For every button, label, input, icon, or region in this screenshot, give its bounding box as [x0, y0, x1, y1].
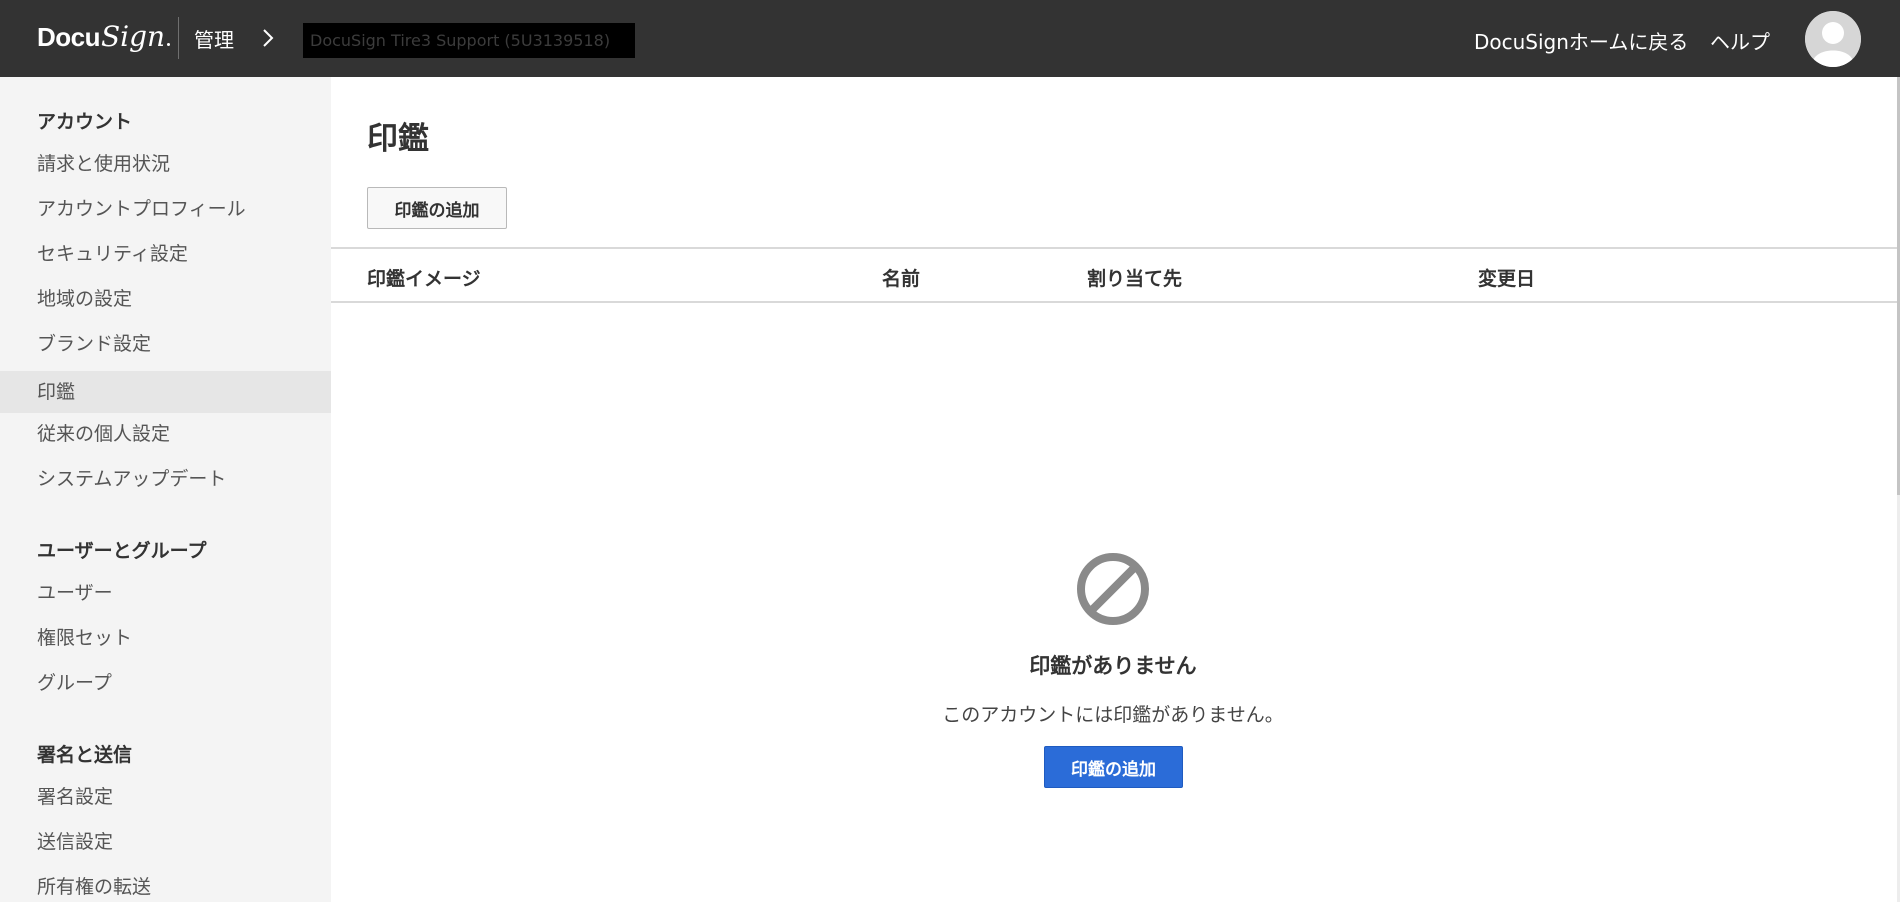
- sidebar-item-regional-settings[interactable]: 地域の設定: [0, 278, 331, 320]
- add-stamp-button[interactable]: 印鑑の追加: [367, 187, 507, 229]
- admin-sidebar: アカウント 請求と使用状況 アカウントプロフィール セキュリティ設定 地域の設定…: [0, 77, 331, 902]
- page-title: 印鑑: [367, 121, 429, 157]
- return-home-link[interactable]: DocuSignホームに戻る: [1474, 26, 1688, 55]
- account-selector[interactable]: DocuSign Tire3 Support (5U3139518): [303, 23, 635, 58]
- sidebar-item-account-profile[interactable]: アカウントプロフィール: [0, 188, 331, 230]
- column-header-stamp-image[interactable]: 印鑑イメージ: [367, 264, 481, 291]
- docusign-logo[interactable]: Docu Sign: [37, 20, 171, 56]
- column-header-name[interactable]: 名前: [882, 264, 920, 291]
- sidebar-item-ownership-transfer[interactable]: 所有権の転送: [0, 866, 331, 902]
- sidebar-item-signing-settings[interactable]: 署名設定: [0, 776, 331, 818]
- section-heading-signing-sending: 署名と送信: [37, 744, 133, 766]
- empty-state-description: このアカウントには印鑑がありません。: [942, 704, 1284, 726]
- empty-state-title: 印鑑がありません: [1029, 654, 1197, 678]
- sidebar-item-sending-settings[interactable]: 送信設定: [0, 821, 331, 863]
- sidebar-item-system-updates[interactable]: システムアップデート: [0, 458, 331, 500]
- section-heading-users-groups: ユーザーとグループ: [37, 540, 207, 562]
- help-link[interactable]: ヘルプ: [1710, 26, 1770, 55]
- sidebar-item-billing[interactable]: 請求と使用状況: [0, 143, 331, 185]
- sidebar-item-legacy-preferences[interactable]: 従来の個人設定: [0, 413, 331, 455]
- header-divider: [178, 17, 179, 59]
- add-stamp-primary-button[interactable]: 印鑑の追加: [1044, 746, 1183, 788]
- avatar-icon[interactable]: [1805, 11, 1861, 67]
- sidebar-item-security-settings[interactable]: セキュリティ設定: [0, 233, 331, 275]
- column-header-modified-date[interactable]: 変更日: [1478, 264, 1535, 291]
- sidebar-item-brand-settings[interactable]: ブランド設定: [0, 323, 331, 365]
- chevron-right-icon: [258, 27, 278, 49]
- admin-breadcrumb[interactable]: 管理: [194, 24, 234, 53]
- no-entry-icon: [1076, 552, 1150, 626]
- top-navigation-bar: Docu Sign 管理 DocuSign Tire3 Support (5U31…: [0, 0, 1900, 77]
- sidebar-item-stamps[interactable]: 印鑑: [0, 371, 331, 413]
- stamps-table-header: 印鑑イメージ 名前 割り当て先 変更日: [331, 247, 1897, 303]
- column-header-assigned-to[interactable]: 割り当て先: [1087, 264, 1182, 291]
- section-heading-account: アカウント: [37, 111, 133, 133]
- sidebar-item-users[interactable]: ユーザー: [0, 572, 331, 614]
